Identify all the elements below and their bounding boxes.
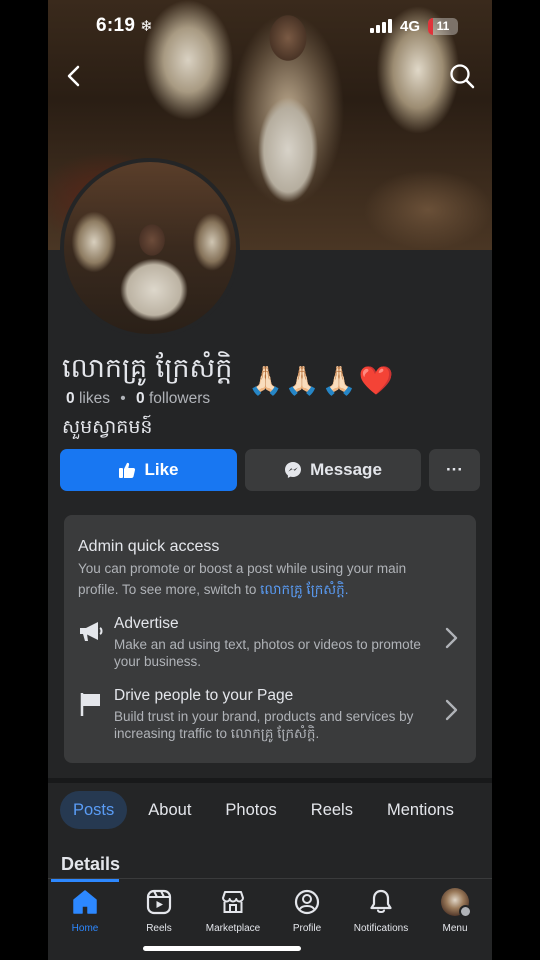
menu-avatar	[441, 888, 472, 918]
like-button[interactable]: Like	[60, 449, 237, 491]
like-label: Like	[144, 460, 179, 479]
tab-about[interactable]: About	[135, 791, 204, 829]
status-indicators: 4G 11	[369, 17, 458, 35]
message-button[interactable]: Message	[245, 449, 421, 491]
home-icon	[71, 888, 99, 916]
chevron-left-icon	[67, 65, 80, 87]
chevron-right-icon	[445, 699, 458, 721]
profile-icon	[293, 888, 321, 916]
page-avatar[interactable]	[60, 158, 240, 338]
page-tabs: Posts About Photos Reels Mentions	[60, 791, 475, 829]
drive-traffic-subtitle: Build trust in your brand, products and …	[114, 709, 414, 741]
page-category: សួមស្វាគមន៍	[62, 416, 153, 438]
nav-menu[interactable]: Menu	[418, 888, 492, 934]
tab-reels[interactable]: Reels	[298, 791, 366, 829]
signal-icon	[369, 19, 392, 33]
more-icon: ···	[446, 460, 463, 479]
phone-screen: 6:19 ❄ 4G 11 លោកគ្រូ ក្រែសំក្តិ 🙏🏻🙏🏻🙏🏻❤️…	[48, 0, 492, 960]
marketplace-icon	[219, 888, 247, 916]
nav-reels[interactable]: Reels	[122, 888, 196, 934]
megaphone-icon	[80, 622, 103, 641]
nav-notifications-label: Notifications	[353, 923, 409, 934]
nav-active-indicator	[51, 879, 119, 882]
likes-count: 0	[66, 390, 75, 407]
tab-mentions[interactable]: Mentions	[374, 791, 467, 829]
section-divider	[48, 778, 492, 783]
back-button[interactable]	[58, 60, 90, 92]
followers-count: 0	[136, 390, 145, 407]
status-time-group: 6:19 ❄	[96, 15, 153, 37]
followers-label: followers	[148, 390, 211, 407]
likes-label: likes	[78, 390, 110, 407]
search-button[interactable]	[446, 60, 478, 92]
menu-avatar-image	[441, 888, 472, 918]
nav-home-label: Home	[71, 923, 99, 934]
page-stats: 0 likes • 0 followers	[66, 390, 210, 408]
switch-profile-link[interactable]: លោកគ្រូ ក្រែសំក្តិ.	[260, 582, 348, 597]
drive-traffic-title: Drive people to your Page	[114, 687, 294, 704]
bell-icon	[367, 888, 395, 916]
home-indicator	[143, 946, 301, 951]
nav-marketplace-label: Marketplace	[205, 923, 261, 934]
page-title-emoji: 🙏🏻🙏🏻🙏🏻❤️	[248, 364, 396, 397]
admin-quick-access-card: Admin quick access You can promote or bo…	[64, 515, 476, 763]
nav-profile-label: Profile	[292, 923, 322, 934]
stats-separator: •	[120, 390, 126, 407]
flag-icon	[80, 693, 100, 716]
drive-traffic-row[interactable]: Drive people to your Page Build trust in…	[64, 685, 476, 745]
battery-icon: 11	[428, 17, 458, 35]
search-icon	[450, 64, 475, 89]
nav-marketplace[interactable]: Marketplace	[196, 888, 270, 934]
page-actions: Like Message ···	[60, 449, 480, 491]
page-title: លោកគ្រូ ក្រែសំក្តិ	[62, 353, 233, 384]
message-label: Message	[310, 460, 382, 479]
thumbs-up-icon	[119, 462, 136, 478]
advertise-subtitle: Make an ad using text, photos or videos …	[114, 637, 421, 669]
nav-menu-label: Menu	[442, 923, 468, 934]
admin-card-title: Admin quick access	[78, 538, 220, 555]
status-time: 6:19	[96, 15, 136, 36]
menu-badge-icon	[459, 905, 472, 918]
status-bar: 6:19 ❄ 4G 11	[48, 0, 492, 52]
nav-notifications[interactable]: Notifications	[344, 888, 418, 934]
nav-reels-label: Reels	[146, 923, 172, 934]
admin-card-description: You can promote or boost a post while us…	[78, 558, 448, 600]
messenger-icon	[285, 462, 302, 478]
snowflake-icon: ❄	[140, 18, 153, 35]
tab-photos[interactable]: Photos	[212, 791, 289, 829]
battery-level: 11	[436, 18, 450, 33]
reels-icon	[145, 888, 173, 916]
chevron-right-icon	[445, 627, 458, 649]
advertise-title: Advertise	[114, 615, 179, 632]
more-options-button[interactable]: ···	[429, 449, 480, 491]
tab-posts[interactable]: Posts	[60, 791, 128, 829]
network-label: 4G	[399, 17, 420, 35]
admin-desc-text: You can promote or boost a post while us…	[78, 561, 407, 597]
advertise-row[interactable]: Advertise Make an ad using text, photos …	[64, 613, 476, 673]
nav-home[interactable]: Home	[48, 888, 122, 934]
nav-profile[interactable]: Profile	[270, 888, 344, 934]
details-heading: Details	[61, 854, 121, 874]
